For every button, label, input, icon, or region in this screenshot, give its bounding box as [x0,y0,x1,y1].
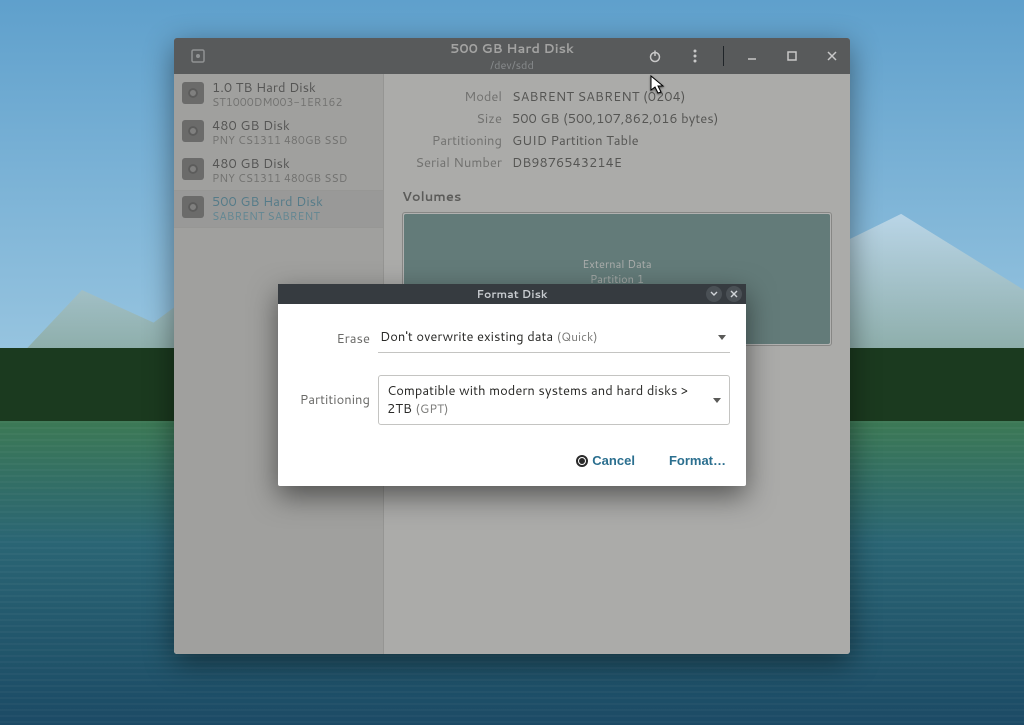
format-button-label: Format… [669,453,726,468]
format-button[interactable]: Format… [665,451,730,470]
cancel-button-label: Cancel [592,453,635,468]
dialog-close-button[interactable] [726,286,742,302]
dialog-shade-button[interactable] [706,286,722,302]
headerbar-separator [723,46,724,66]
focus-ring-icon [576,455,588,467]
maximize-button[interactable] [780,44,804,68]
partitioning-combo-label: Partitioning [294,391,378,409]
chevron-down-icon [718,335,726,340]
erase-label: Erase [294,330,378,348]
format-disk-dialog: Format Disk Erase Don't overwrite existi… [278,284,746,486]
cancel-button[interactable]: Cancel [572,451,639,470]
dialog-headerbar: Format Disk [278,284,746,304]
partitioning-combo-text: Compatible with modern systems and hard … [387,382,713,418]
erase-combo-value: Don't overwrite existing data [380,328,557,346]
close-button[interactable] [820,44,844,68]
more-menu-button[interactable] [683,44,707,68]
power-button[interactable] [643,44,667,68]
minimize-button[interactable] [740,44,764,68]
erase-combo-hint: (Quick) [557,328,598,345]
dialog-title: Format Disk [278,286,746,302]
erase-combo[interactable]: Don't overwrite existing data (Quick) [378,324,730,353]
partitioning-combo[interactable]: Compatible with modern systems and hard … [378,375,730,425]
chevron-down-icon [713,398,721,403]
partitioning-combo-hint: (GPT) [416,400,449,417]
erase-combo-text: Don't overwrite existing data (Quick) [380,328,598,346]
